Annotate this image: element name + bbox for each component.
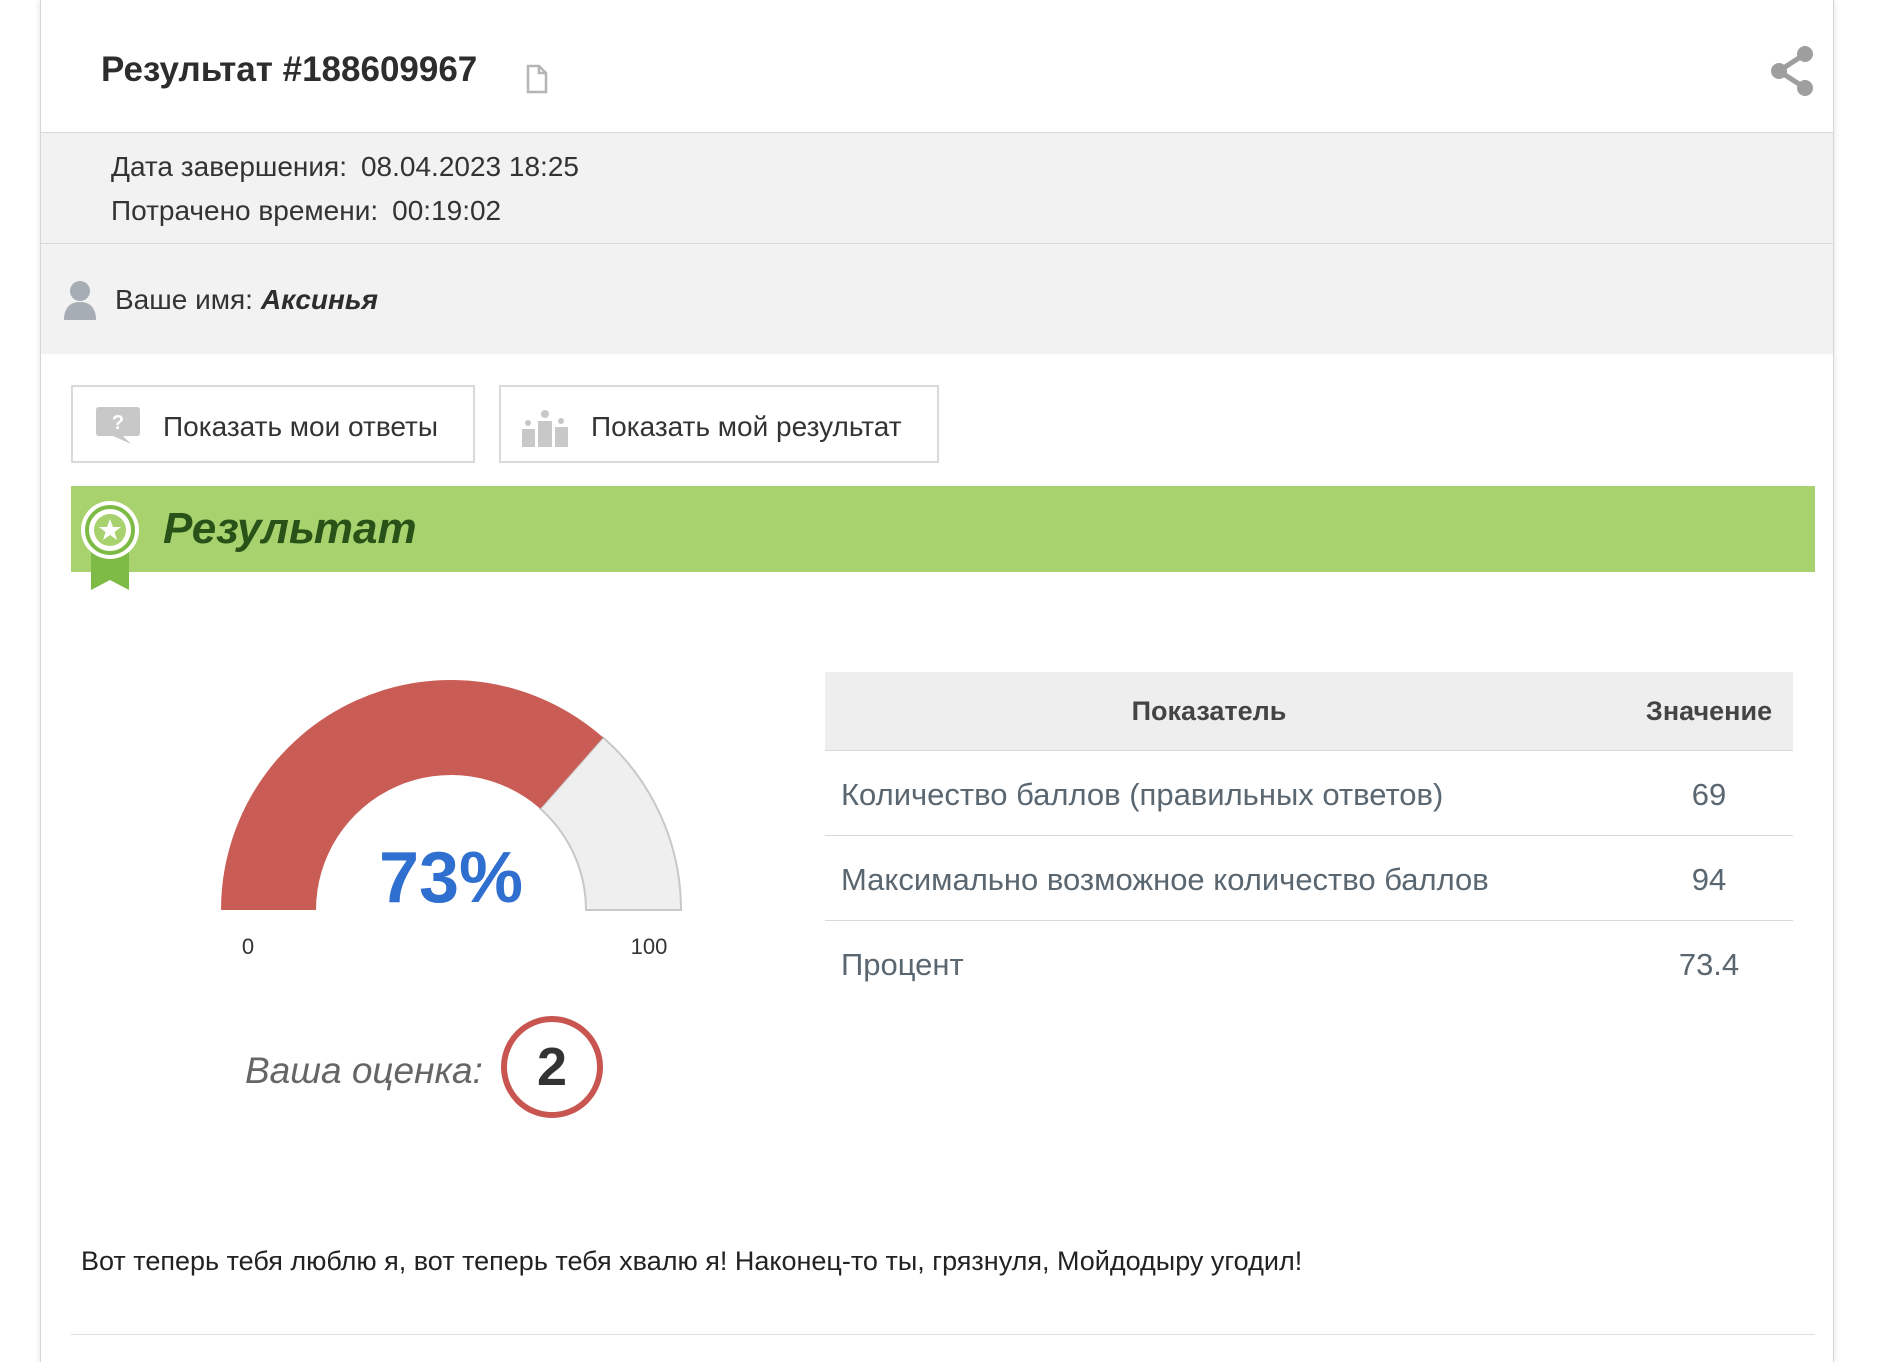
show-answers-button[interactable]: ? Показать мои ответы	[71, 385, 475, 463]
show-result-button[interactable]: Показать мой результат	[499, 385, 939, 463]
result-card: Результат #188609967 Дата завершения: 08.…	[40, 0, 1834, 1362]
table-row: Процент 73.4	[825, 921, 1793, 1005]
share-icon[interactable]	[1767, 44, 1817, 98]
divider	[71, 1334, 1815, 1335]
gauge-max-label: 100	[631, 934, 668, 959]
time-spent-row: Потрачено времени: 00:19:02	[111, 195, 501, 227]
gauge-min-label: 0	[242, 934, 254, 959]
copy-icon[interactable]	[519, 62, 549, 96]
table-header-metric: Показатель	[1131, 696, 1287, 726]
stats-table: Показатель Значение Количество баллов (п…	[825, 672, 1793, 1005]
gauge-value: 73%	[379, 838, 523, 918]
header: Результат #188609967	[41, 0, 1833, 133]
table-row: Максимально возможное количество баллов …	[825, 836, 1793, 921]
time-spent-label: Потрачено времени:	[111, 195, 379, 226]
user-name-label: Ваше имя:	[115, 284, 253, 315]
user-name: Ваше имя: Аксинья	[115, 284, 378, 316]
table-row: Количество баллов (правильных ответов) 6…	[825, 751, 1793, 836]
podium-icon	[522, 410, 568, 447]
grade-value: 2	[501, 1016, 603, 1118]
user-name-bar: Ваше имя: Аксинья	[41, 244, 1833, 354]
meta-info: Дата завершения: 08.04.2023 18:25 Потраче…	[41, 133, 1833, 244]
table-cell-label: Максимально возможное количество баллов	[841, 862, 1489, 897]
result-title: Результат	[163, 504, 417, 553]
time-spent-value: 00:19:02	[392, 195, 502, 226]
page-title: Результат #188609967	[101, 50, 478, 89]
result-banner: Результат	[71, 486, 1815, 590]
question-bubble-icon: ?	[96, 407, 140, 444]
user-name-value: Аксинья	[260, 284, 379, 315]
svg-text:?: ?	[112, 412, 124, 434]
grade-label: Ваша оценка:	[245, 1050, 483, 1091]
user-icon	[64, 281, 96, 320]
completion-date-value: 08.04.2023 18:25	[360, 151, 579, 182]
show-result-label: Показать мой результат	[591, 411, 902, 442]
table-cell-value: 73.4	[1678, 947, 1740, 982]
show-answers-label: Показать мои ответы	[163, 411, 438, 442]
table-header: Показатель Значение	[825, 672, 1793, 751]
completion-date-label: Дата завершения:	[111, 151, 347, 182]
table-cell-label: Количество баллов (правильных ответов)	[841, 777, 1444, 812]
table-cell-value: 69	[1691, 777, 1727, 812]
table-header-value: Значение	[1645, 696, 1773, 726]
award-badge-icon	[81, 501, 139, 590]
completion-date-row: Дата завершения: 08.04.2023 18:25	[111, 151, 579, 183]
table-cell-label: Процент	[841, 947, 964, 982]
result-message: Вот теперь тебя люблю я, вот теперь тебя…	[81, 1246, 1303, 1276]
table-cell-value: 94	[1691, 862, 1727, 897]
score-gauge: 73% 0 100	[221, 680, 683, 959]
